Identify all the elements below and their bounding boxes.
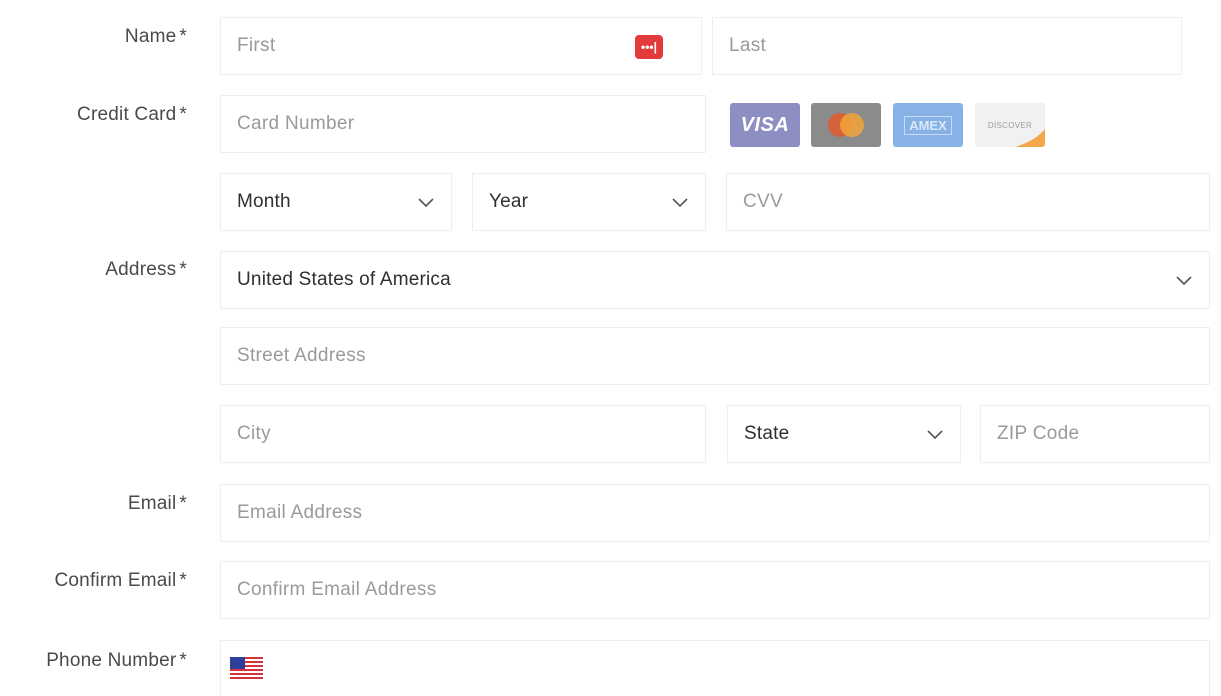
discover-card-icon: DISCOVER (975, 103, 1045, 147)
credit-card-label: Credit Card * (77, 104, 187, 125)
expiry-month-value: Month (237, 191, 291, 212)
country-value: United States of America (237, 269, 451, 290)
password-manager-icon[interactable]: •••| (635, 35, 663, 59)
zip-code-placeholder: ZIP Code (997, 423, 1080, 444)
email-input[interactable]: Email Address (220, 484, 1210, 542)
last-name-input[interactable]: Last (712, 17, 1182, 75)
phone-number-input[interactable] (220, 640, 1210, 696)
us-flag-icon[interactable] (230, 657, 263, 679)
mastercard-card-icon (811, 103, 881, 147)
first-name-placeholder: First (237, 35, 276, 56)
confirm-email-input[interactable]: Confirm Email Address (220, 561, 1210, 619)
street-address-input[interactable]: Street Address (220, 327, 1210, 385)
email-placeholder: Email Address (237, 502, 363, 523)
phone-number-label: Phone Number * (46, 650, 187, 671)
required-marker: * (179, 104, 187, 125)
chevron-down-icon (1176, 276, 1192, 286)
address-label: Address * (105, 259, 187, 280)
country-select[interactable]: United States of America (220, 251, 1210, 309)
name-label: Name * (124, 26, 187, 47)
expiry-year-select[interactable]: Year (472, 173, 706, 231)
amex-card-icon: AMEX (893, 103, 963, 147)
chevron-down-icon (672, 198, 688, 208)
city-input[interactable]: City (220, 405, 706, 463)
expiry-year-value: Year (489, 191, 529, 212)
state-value: State (744, 423, 790, 444)
visa-card-icon: VISA (730, 103, 800, 147)
required-marker: * (179, 259, 187, 280)
mastercard-circles-icon (828, 113, 864, 137)
required-marker: * (179, 493, 187, 514)
last-name-placeholder: Last (729, 35, 767, 56)
chevron-down-icon (418, 198, 434, 208)
city-placeholder: City (237, 423, 271, 444)
required-marker: * (179, 570, 187, 591)
first-name-input[interactable]: First •••| (220, 17, 702, 75)
street-address-placeholder: Street Address (237, 345, 366, 366)
card-number-input[interactable]: Card Number (220, 95, 706, 153)
required-marker: * (179, 650, 187, 671)
state-select[interactable]: State (727, 405, 961, 463)
confirm-email-placeholder: Confirm Email Address (237, 579, 437, 600)
payment-form: Name * First •••| Last Credit Card * Card … (0, 0, 1221, 696)
cvv-input[interactable]: CVV (726, 173, 1210, 231)
confirm-email-label: Confirm Email * (54, 570, 187, 591)
card-number-placeholder: Card Number (237, 113, 355, 134)
cvv-placeholder: CVV (743, 191, 783, 212)
chevron-down-icon (927, 430, 943, 440)
required-marker: * (179, 26, 187, 47)
discover-swoosh-icon (1015, 129, 1045, 147)
zip-code-input[interactable]: ZIP Code (980, 405, 1210, 463)
email-label: Email * (127, 493, 187, 514)
expiry-month-select[interactable]: Month (220, 173, 452, 231)
